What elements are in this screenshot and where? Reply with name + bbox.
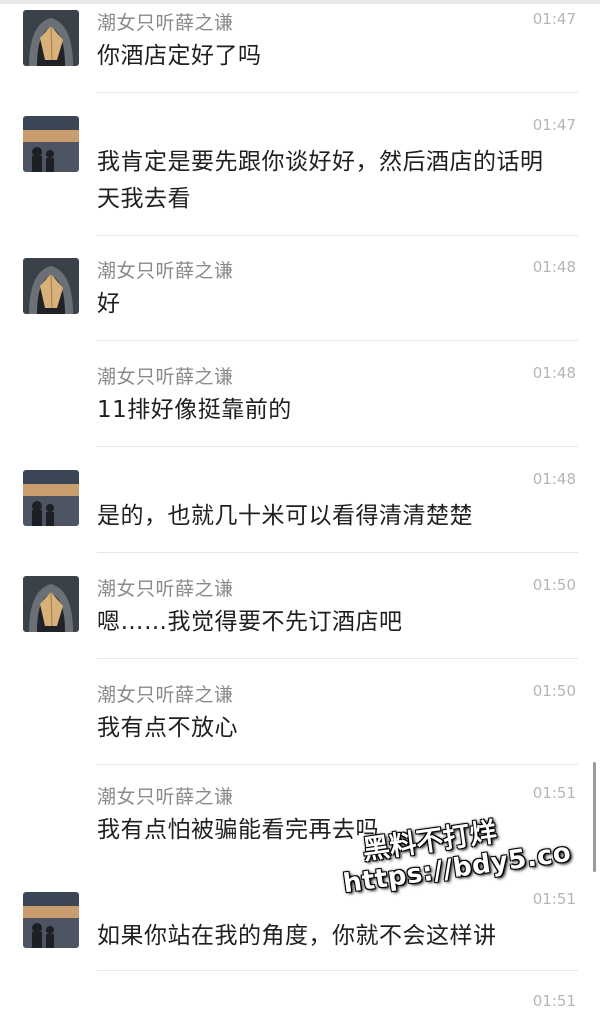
divider bbox=[97, 92, 578, 93]
hooded-avatar-icon bbox=[23, 258, 79, 314]
avatar-sunset[interactable] bbox=[23, 892, 79, 948]
message-time: 01:47 bbox=[532, 116, 576, 134]
message-time: 01:50 bbox=[532, 576, 576, 594]
divider bbox=[97, 340, 578, 341]
avatar-hooded[interactable] bbox=[23, 576, 79, 632]
message-time: 01:51 bbox=[532, 890, 576, 908]
sender-name: 潮女只听薛之谦 bbox=[97, 684, 234, 706]
message-text: 我肯定是要先跟你谈好好，然后酒店的话明天我去看 bbox=[97, 149, 544, 212]
avatar-sunset[interactable] bbox=[23, 470, 79, 526]
sunset-avatar-icon bbox=[23, 116, 79, 172]
divider bbox=[97, 658, 578, 659]
sender-name: 潮女只听薛之谦 bbox=[97, 260, 234, 282]
message-item[interactable]: 潮女只听薛之谦 01:50 嗯……我觉得要不先订酒店吧 bbox=[0, 554, 600, 660]
divider bbox=[97, 446, 578, 447]
message-time: 01:48 bbox=[532, 364, 576, 382]
message-text: 好 bbox=[97, 291, 121, 317]
message-text: 我有点不放心 bbox=[97, 715, 238, 741]
message-time: 01:47 bbox=[532, 10, 576, 28]
sender-name: 潮女只听薛之谦 bbox=[97, 786, 234, 808]
message-item[interactable]: 01:47 我肯定是要先跟你谈好好，然后酒店的话明天我去看 bbox=[0, 94, 600, 236]
divider bbox=[97, 970, 578, 971]
message-text: 你酒店定好了吗 bbox=[97, 43, 262, 69]
message-text: 如果你站在我的角度，你就不会这样讲 bbox=[97, 923, 497, 949]
message-item[interactable]: 01:51 bbox=[0, 972, 600, 1010]
message-text: 嗯……我觉得要不先订酒店吧 bbox=[97, 609, 403, 635]
divider bbox=[97, 764, 578, 765]
message-time: 01:51 bbox=[532, 992, 576, 1010]
message-time: 01:48 bbox=[532, 258, 576, 276]
message-item[interactable]: 潮女只听薛之谦 01:48 好 bbox=[0, 236, 600, 342]
message-item[interactable]: 潮女只听薛之谦 01:48 11排好像挺靠前的 bbox=[0, 342, 600, 448]
message-text: 11排好像挺靠前的 bbox=[97, 397, 292, 423]
avatar-hooded[interactable] bbox=[23, 10, 79, 66]
sender-name: 潮女只听薛之谦 bbox=[97, 12, 234, 34]
hooded-avatar-icon bbox=[23, 576, 79, 632]
sender-name: 潮女只听薛之谦 bbox=[97, 366, 234, 388]
hooded-avatar-icon bbox=[23, 10, 79, 66]
message-item[interactable]: 潮女只听薛之谦 01:47 你酒店定好了吗 bbox=[0, 0, 600, 94]
sunset-avatar-icon bbox=[23, 470, 79, 526]
avatar-hooded[interactable] bbox=[23, 258, 79, 314]
message-time: 01:50 bbox=[532, 682, 576, 700]
sender-name: 潮女只听薛之谦 bbox=[97, 578, 234, 600]
message-text: 是的，也就几十米可以看得清清楚楚 bbox=[97, 503, 473, 529]
message-item[interactable]: 01:48 是的，也就几十米可以看得清清楚楚 bbox=[0, 448, 600, 554]
avatar-sunset[interactable] bbox=[23, 116, 79, 172]
message-time: 01:51 bbox=[532, 784, 576, 802]
sunset-avatar-icon bbox=[23, 892, 79, 948]
scrollbar[interactable] bbox=[593, 762, 596, 872]
message-item[interactable]: 潮女只听薛之谦 01:50 我有点不放心 bbox=[0, 660, 600, 766]
message-time: 01:48 bbox=[532, 470, 576, 488]
divider bbox=[97, 552, 578, 553]
